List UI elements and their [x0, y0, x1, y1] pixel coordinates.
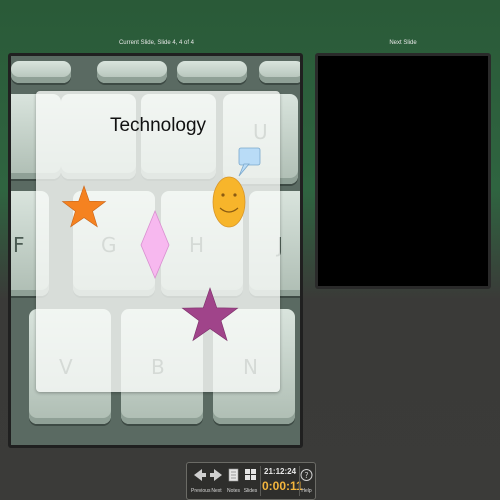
- notes-icon: [225, 466, 242, 484]
- pink-diamond-icon: [140, 209, 170, 280]
- next-button[interactable]: Next: [208, 466, 225, 497]
- toolbar-divider: [260, 466, 261, 496]
- current-slide-label: Current Slide, Slide 4, 4 of 4: [118, 40, 195, 46]
- speech-bubble-icon: [238, 147, 261, 177]
- help-label: Help: [301, 488, 312, 494]
- next-slide-label: Next Slide: [389, 40, 417, 46]
- presenter-toolbar: Previous Next Notes Slides 21:12:24 0:00…: [186, 462, 316, 500]
- slides-label: Slides: [243, 488, 258, 494]
- clock-display: 21:12:24: [264, 467, 297, 476]
- arrow-left-icon: [191, 466, 208, 484]
- purple-star-icon: [181, 287, 239, 342]
- current-slide-panel: U F G H J V B N Technology: [8, 53, 303, 448]
- svg-text:?: ?: [304, 471, 308, 480]
- help-button[interactable]: ? Help: [299, 466, 314, 497]
- slides-button[interactable]: Slides: [242, 466, 259, 497]
- notes-label: Notes: [226, 488, 241, 494]
- help-icon: ?: [299, 466, 314, 484]
- notes-button[interactable]: Notes: [225, 466, 242, 497]
- previous-button[interactable]: Previous: [191, 466, 211, 497]
- elapsed-timer[interactable]: 0:00:11: [262, 479, 303, 493]
- next-slide-preview[interactable]: [318, 56, 488, 286]
- slide-shapes: [61, 147, 261, 342]
- arrow-right-icon: [208, 466, 225, 484]
- next-label: Next: [211, 488, 222, 494]
- slides-grid-icon: [242, 466, 259, 484]
- next-slide-panel: [315, 53, 491, 289]
- orange-star-icon: [61, 185, 107, 228]
- previous-label: Previous: [191, 488, 211, 494]
- smiley-face-icon: [212, 176, 246, 228]
- current-slide-preview[interactable]: U F G H J V B N Technology: [11, 56, 300, 445]
